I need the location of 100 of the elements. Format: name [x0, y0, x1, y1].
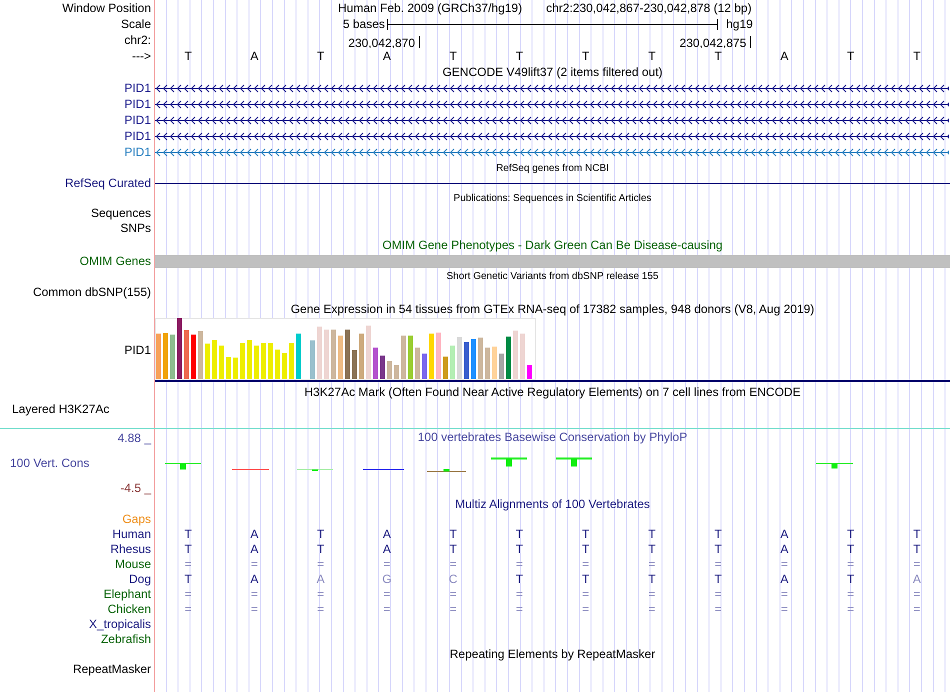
track-label[interactable]: 100 Vert. Cons [0, 456, 151, 471]
track-label[interactable]: Sequences [90, 206, 151, 221]
track-label[interactable]: SNPs [120, 221, 151, 236]
base-letter: A [382, 50, 392, 62]
scale-text: 5 bases [342, 17, 386, 31]
aligned-base: = [581, 603, 590, 616]
aligned-base: = [316, 588, 326, 601]
aligned-base: = [647, 588, 656, 601]
aligned-base: = [912, 603, 922, 616]
aligned-base: C [448, 573, 458, 586]
aligned-base: T [316, 543, 326, 556]
track-title: Multiz Alignments of 100 Vertebrates [455, 497, 650, 511]
track-label[interactable]: PID1 [124, 342, 151, 358]
aligned-base: = [647, 558, 656, 571]
aligned-base: T [514, 543, 524, 556]
aligned-base: = [514, 603, 524, 616]
track-label: chr2: [124, 32, 151, 48]
aligned-base: T [580, 528, 590, 541]
track-label[interactable]: Common dbSNP(155) [32, 284, 151, 300]
base-letter: T [713, 50, 723, 62]
aligned-base: T [183, 528, 193, 541]
aligned-base: A [779, 543, 790, 556]
aligned-base: T [846, 528, 856, 541]
aligned-base: = [780, 588, 789, 601]
track-title: Short Genetic Variants from dbSNP release 155 [446, 270, 658, 282]
aligned-base: = [514, 588, 524, 601]
species-label: Chicken [108, 602, 151, 617]
track-label: Gaps [122, 512, 151, 527]
assembly-label: hg19 [725, 17, 753, 31]
transcript-label[interactable]: PID1 [124, 112, 151, 128]
aligned-base: T [316, 528, 326, 541]
strand-label: ---> [132, 48, 151, 64]
aligned-base: A [249, 543, 260, 556]
aligned-base: = [780, 603, 789, 616]
aligned-base: G [381, 573, 393, 586]
aligned-base: = [912, 588, 922, 601]
aligned-base: = [581, 558, 590, 571]
aligned-base: = [846, 588, 856, 601]
aligned-base: A [779, 528, 790, 541]
aligned-base: T [912, 543, 922, 556]
aligned-base: T [183, 543, 193, 556]
aligned-base: = [780, 558, 789, 571]
aligned-base: = [250, 603, 259, 616]
aligned-base: T [183, 573, 193, 586]
base-letter: T [448, 50, 458, 62]
aligned-base: T [514, 573, 524, 586]
base-letter: T [316, 50, 326, 62]
aligned-base: = [316, 603, 326, 616]
aligned-base: = [184, 588, 193, 601]
aligned-base: = [714, 558, 723, 571]
track-label[interactable]: OMIM Genes [80, 254, 151, 269]
track-label[interactable]: RefSeq Curated [64, 176, 151, 191]
aligned-base: T [846, 543, 856, 556]
aligned-base: = [448, 558, 458, 571]
transcript-label[interactable]: PID1 [124, 128, 151, 144]
genome-position: chr2:230,042,867-230,042,878 (12 bp) [546, 1, 752, 15]
species-label: Elephant [104, 587, 151, 602]
aligned-base: A [316, 573, 326, 586]
aligned-base: A [382, 528, 392, 541]
track-title: Publications: Sequences in Scientific Articles [454, 192, 652, 204]
aligned-base: = [846, 603, 856, 616]
base-letter: A [779, 50, 790, 62]
base-letter: A [249, 50, 260, 62]
species-label: Mouse [114, 557, 151, 572]
species-label: X_tropicalis [88, 617, 151, 632]
track-title: OMIM Gene Phenotypes - Dark Green Can Be Disease-causing [382, 238, 723, 252]
aligned-base: T [713, 528, 723, 541]
aligned-base: = [647, 603, 656, 616]
aligned-base: T [713, 573, 723, 586]
track-label[interactable]: Layered H3K27Ac [12, 402, 110, 417]
aligned-base: A [382, 543, 392, 556]
transcript-label[interactable]: PID1 [124, 96, 151, 112]
aligned-base: A [249, 573, 260, 586]
axis-min-label: -4.5 _ [119, 481, 151, 496]
aligned-base: = [846, 558, 856, 571]
aligned-base: = [382, 588, 392, 601]
base-letter: T [912, 50, 922, 62]
track-label: Window Position [62, 0, 151, 16]
species-label: Rhesus [110, 542, 151, 557]
aligned-base: = [581, 588, 590, 601]
aligned-base: = [382, 558, 392, 571]
aligned-base: A [779, 573, 790, 586]
track-label: Scale [120, 16, 151, 32]
transcript-label[interactable]: PID1 [124, 80, 151, 96]
base-letter: T [647, 50, 657, 62]
base-letter: T [514, 50, 524, 62]
aligned-base: A [912, 573, 922, 586]
aligned-base: = [912, 558, 922, 571]
base-letter: T [580, 50, 590, 62]
aligned-base: = [250, 588, 259, 601]
aligned-base: = [714, 588, 723, 601]
aligned-base: T [514, 528, 524, 541]
track-label[interactable]: RepeatMasker [72, 662, 151, 676]
aligned-base: T [647, 543, 657, 556]
base-letter: T [183, 50, 193, 62]
base-letter: T [846, 50, 856, 62]
aligned-base: = [184, 558, 193, 571]
aligned-base: = [514, 558, 524, 571]
aligned-base: = [184, 603, 193, 616]
transcript-label[interactable]: PID1 [124, 144, 151, 160]
